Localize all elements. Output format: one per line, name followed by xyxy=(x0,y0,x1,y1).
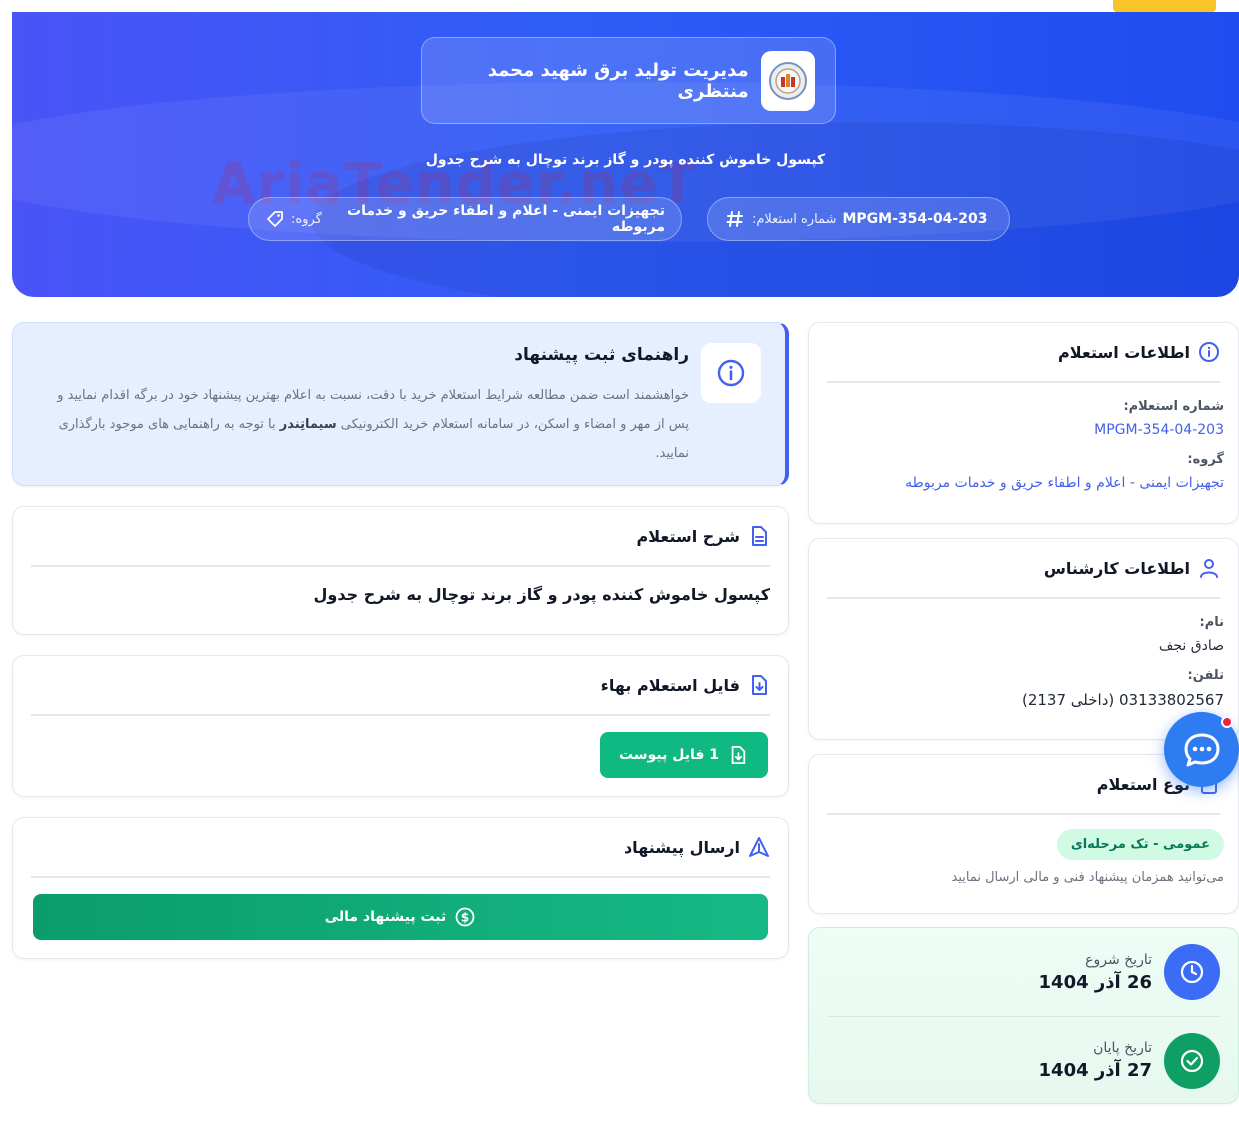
expert-info-card: اطلاعات کارشناس نام: صادق نجف تلفن: 0313… xyxy=(808,538,1239,740)
start-date-value: 26 آذر 1404 xyxy=(1038,971,1152,993)
group-pill: گروه: تجهیزات ایمنی - اعلام و اطفاء حریق… xyxy=(248,197,682,241)
description-card: شرح استعلام کپسول خاموش کننده پودر و گاز… xyxy=(12,506,789,635)
group-link[interactable]: تجهیزات ایمنی - اعلام و اطفاء حریق و خدم… xyxy=(823,475,1224,491)
number-field: شماره استعلام: MPGM-354-04-203 xyxy=(809,399,1238,438)
user-icon xyxy=(1198,557,1220,579)
phone-field: تلفن: 03133802567 (داخلی 2137) xyxy=(809,668,1238,709)
card-header: اطلاعات کارشناس xyxy=(827,539,1220,599)
inquiry-number-value: MPGM-354-04-203 xyxy=(842,211,988,227)
attachment-button-label: 1 فایل پیوست xyxy=(619,747,720,763)
start-date-row: تاریخ شروع 26 آذر 1404 xyxy=(809,928,1238,1016)
attachment-button[interactable]: 1 فایل پیوست xyxy=(600,732,768,778)
card-title: اطلاعات کارشناس xyxy=(1043,558,1190,578)
inquiry-type-badge: عمومی - تک مرحله‌ای xyxy=(1056,829,1224,860)
file-download-icon xyxy=(727,744,749,766)
guide-text: خواهشمند است ضمن مطالعه شرایط استعلام خر… xyxy=(43,381,689,468)
file-text-icon xyxy=(748,525,770,547)
inquiry-info-card: اطلاعات استعلام شماره استعلام: MPGM-354-… xyxy=(808,322,1239,524)
end-date-value: 27 آذر 1404 xyxy=(1038,1060,1152,1081)
dollar-icon: $ xyxy=(454,906,476,928)
hash-icon xyxy=(724,208,746,230)
svg-text:$: $ xyxy=(461,910,469,924)
field-label: نام: xyxy=(1199,615,1225,630)
dates-card: تاریخ شروع 26 آذر 1404 تاریخ پایان 27 آذ… xyxy=(808,927,1239,1104)
organization-name: مدیریت تولید برق شهید محمد منتظری xyxy=(487,59,749,102)
price-file-card: فایل استعلام بهاء 1 فایل پیوست xyxy=(12,655,789,797)
end-date: تاریخ پایان 27 آذر 1404 xyxy=(1039,1040,1152,1081)
card-header: اطلاعات استعلام xyxy=(827,323,1220,383)
end-date-label: تاریخ پایان xyxy=(1093,1040,1152,1056)
inquiry-number-pill: شماره استعلام: MPGM-354-04-203 xyxy=(707,197,1010,241)
inquiry-type-note: می‌توانید همزمان پیشنهاد فنی و مالی ارسا… xyxy=(951,870,1224,885)
start-date: تاریخ شروع 26 آذر 1404 xyxy=(1039,952,1152,993)
card-header: فایل استعلام بهاء xyxy=(31,656,770,716)
card-header: ارسال پیشنهاد xyxy=(31,818,770,878)
notification-dot xyxy=(1221,716,1233,728)
card-title: ارسال پیشنهاد xyxy=(623,837,740,857)
info-icon xyxy=(1198,341,1220,363)
submission-guide-card: راهنمای ثبت پیشنهاد خواهشمند است ضمن مطا… xyxy=(12,322,789,486)
organization-card: مدیریت تولید برق شهید محمد منتظری xyxy=(421,37,836,124)
name-field: نام: صادق نجف xyxy=(809,615,1238,654)
field-label: تلفن: xyxy=(1187,668,1224,683)
submit-financial-offer-label: ثبت پیشنهاد مالی xyxy=(324,909,447,925)
info-icon xyxy=(701,343,761,403)
clock-icon xyxy=(1164,944,1220,1000)
guide-title: راهنمای ثبت پیشنهاد xyxy=(514,345,689,365)
brand-name: سیماتِندر xyxy=(279,417,337,432)
card-header: نوع استعلام xyxy=(827,755,1220,815)
file-download-icon xyxy=(748,674,770,696)
group-field: گروه: تجهیزات ایمنی - اعلام و اطفاء حریق… xyxy=(809,452,1238,491)
tag-icon xyxy=(265,208,285,230)
expert-phone: 03133802567 (داخلی 2137) xyxy=(1021,691,1224,709)
organization-seal-icon xyxy=(768,61,807,100)
hero-banner: AriaTender.neT مدیریت تولید برق شهید محم… xyxy=(12,12,1239,297)
inquiry-type-card: نوع استعلام عمومی - تک مرحله‌ای می‌توانی… xyxy=(808,754,1239,914)
inquiry-number-label: شماره استعلام: xyxy=(752,211,837,227)
check-circle-icon xyxy=(1164,1032,1220,1089)
chat-bubble-icon xyxy=(1184,733,1219,766)
card-title: فایل استعلام بهاء xyxy=(600,675,740,695)
send-icon xyxy=(748,836,770,858)
group-label: گروه: xyxy=(291,211,322,227)
send-offer-card: ارسال پیشنهاد $ ثبت پیشنهاد مالی xyxy=(12,817,789,959)
hero-title: کپسول خاموش کننده پودر و گاز برند توچال … xyxy=(425,152,826,168)
card-title: اطلاعات استعلام xyxy=(1058,342,1190,362)
card-header: شرح استعلام xyxy=(31,507,770,567)
card-title: شرح استعلام xyxy=(636,526,740,546)
field-label: گروه: xyxy=(1187,452,1224,467)
description-body: کپسول خاموش کننده پودر و گاز برند توچال … xyxy=(313,585,770,604)
organization-logo xyxy=(760,50,815,111)
submit-financial-offer-button[interactable]: $ ثبت پیشنهاد مالی xyxy=(33,894,768,940)
top-accent-tab xyxy=(1113,0,1216,12)
inquiry-number-link[interactable]: MPGM-354-04-203 xyxy=(823,422,1224,438)
field-label: شماره استعلام: xyxy=(1123,399,1224,414)
group-value: تجهیزات ایمنی - اعلام و اطفاء حریق و خدم… xyxy=(347,203,665,235)
end-date-row: تاریخ پایان 27 آذر 1404 xyxy=(827,1016,1220,1104)
start-date-label: تاریخ شروع xyxy=(1085,951,1152,968)
expert-name: صادق نجف xyxy=(1158,638,1224,654)
